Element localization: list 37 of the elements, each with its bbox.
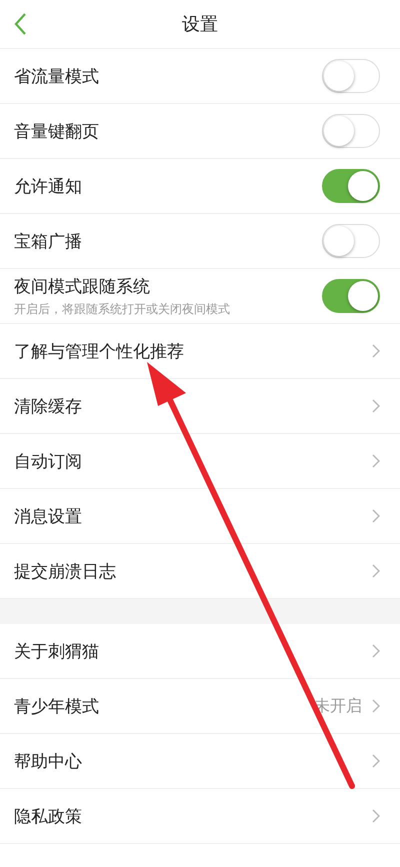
chevron-right-icon xyxy=(372,564,380,578)
row-label: 自动订阅 xyxy=(14,450,83,472)
chevron-right-icon xyxy=(372,809,380,823)
row-label: 音量键翻页 xyxy=(14,120,100,142)
row-label: 宝箱广播 xyxy=(14,230,83,252)
toggle-switch[interactable] xyxy=(322,169,380,203)
row-label: 关于刺猬猫 xyxy=(14,640,100,662)
settings-row[interactable]: 省流量模式 xyxy=(0,49,400,104)
chevron-right-icon xyxy=(372,399,380,413)
settings-row[interactable]: 自动订阅 xyxy=(0,434,400,489)
settings-row[interactable]: 关于刺猬猫 xyxy=(0,624,400,679)
settings-row[interactable]: 音量键翻页 xyxy=(0,104,400,159)
chevron-right-icon xyxy=(372,509,380,523)
settings-row[interactable]: 隐私政策 xyxy=(0,789,400,844)
chevron-right-icon xyxy=(372,644,380,658)
row-subtitle: 开启后，将跟随系统打开或关闭夜间模式 xyxy=(14,300,231,318)
row-label: 夜间模式跟随系统 xyxy=(14,276,151,298)
settings-row[interactable]: 宝箱广播 xyxy=(0,214,400,269)
settings-row[interactable]: 帮助中心 xyxy=(0,734,400,789)
row-label: 提交崩溃日志 xyxy=(14,560,117,582)
row-label: 消息设置 xyxy=(14,506,83,528)
row-label: 隐私政策 xyxy=(14,806,83,828)
toggle-switch[interactable] xyxy=(322,279,380,313)
settings-row[interactable]: 允许通知 xyxy=(0,159,400,214)
row-label: 允许通知 xyxy=(14,176,83,198)
row-label: 了解与管理个性化推荐 xyxy=(14,340,185,362)
chevron-right-icon xyxy=(372,754,380,768)
page-title: 设置 xyxy=(182,13,218,36)
row-label: 青少年模式 xyxy=(14,696,100,718)
chevron-right-icon xyxy=(372,454,380,468)
chevron-right-icon xyxy=(372,699,380,713)
row-label: 省流量模式 xyxy=(14,66,100,88)
row-label: 清除缓存 xyxy=(14,396,83,418)
chevron-right-icon xyxy=(372,344,380,358)
row-label: 帮助中心 xyxy=(14,750,83,772)
settings-row[interactable]: 夜间模式跟随系统 开启后，将跟随系统打开或关闭夜间模式 xyxy=(0,269,400,324)
settings-row[interactable]: 消息设置 xyxy=(0,489,400,544)
